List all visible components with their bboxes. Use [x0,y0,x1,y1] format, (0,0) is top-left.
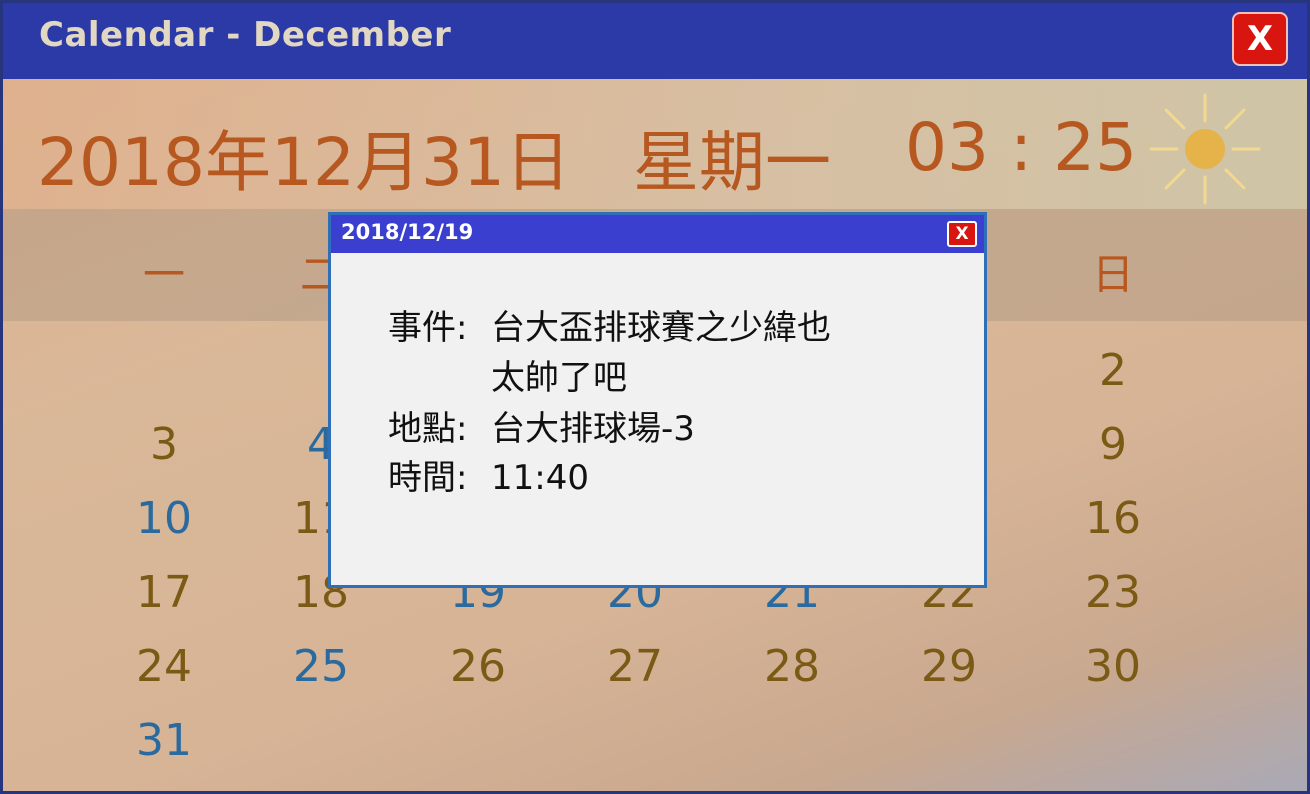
close-button[interactable]: X [1232,12,1288,66]
day-cell[interactable]: 30 [1073,642,1153,692]
event-value-line2: 太帥了吧 [491,358,627,398]
dialog-title: 2018/12/19 [341,220,474,244]
event-value-line1: 台大盃排球賽之少緯也 [491,308,831,348]
day-cell[interactable]: 3 [124,420,204,470]
event-dialog: 2018/12/19 X 事件: 台大盃排球賽之少緯也 太帥了吧 地點: 台大排… [328,212,987,588]
sun-icon [1149,93,1261,205]
day-cell[interactable]: 2 [1073,346,1153,396]
current-weekday: 星期一 [633,124,831,201]
day-cell[interactable]: 17 [124,568,204,618]
time-label: 時間: [388,458,468,498]
day-cell[interactable]: 16 [1073,494,1153,544]
day-cell[interactable]: 25 [281,642,361,692]
day-cell[interactable]: 23 [1073,568,1153,618]
current-time: 03 : 25 [905,109,1138,186]
day-cell[interactable]: 28 [752,642,832,692]
day-cell[interactable]: 27 [595,642,675,692]
dialog-titlebar: 2018/12/19 X [331,215,984,253]
day-cell[interactable]: 10 [124,494,204,544]
time-value: 11:40 [491,458,589,498]
day-cell[interactable]: 24 [124,642,204,692]
day-cell[interactable]: 9 [1073,420,1153,470]
day-cell[interactable]: 29 [909,642,989,692]
event-label: 事件: [388,308,468,348]
current-date: 2018年12月31日 [37,124,571,201]
weekday-sun: 日 [1091,250,1134,299]
calendar-window: Calendar - December X 2018年12月31日 星期一 03… [0,0,1310,794]
location-value: 台大排球場-3 [491,409,695,449]
dialog-close-button[interactable]: X [947,221,977,247]
window-title: Calendar - December [39,15,452,55]
window-titlebar: Calendar - December X [3,3,1307,79]
day-cell[interactable]: 26 [438,642,518,692]
weekday-mon: 一 [142,250,185,299]
day-cell[interactable]: 31 [124,716,204,766]
location-label: 地點: [388,409,468,449]
